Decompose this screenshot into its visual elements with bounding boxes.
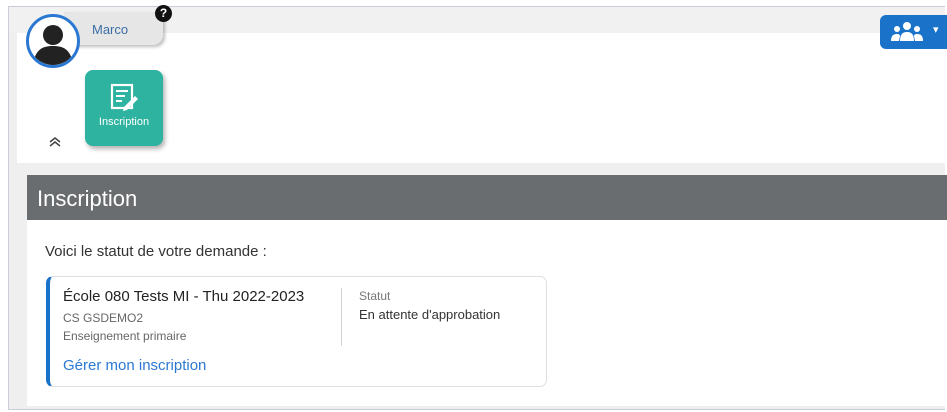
help-badge[interactable]: ? xyxy=(155,5,172,22)
double-chevron-up-icon[interactable] xyxy=(48,137,62,148)
edit-form-icon xyxy=(110,83,138,111)
school-level: Enseignement primaire xyxy=(63,329,187,343)
status-intro: Voici le statut de votre demande : xyxy=(45,243,267,260)
status-label: Statut xyxy=(359,289,391,303)
section-title: Inscription xyxy=(37,186,138,211)
people-icon xyxy=(891,22,923,41)
school-name: École 080 Tests MI - Thu 2022-2023 xyxy=(63,288,305,305)
user-name[interactable]: Marco xyxy=(92,22,128,37)
chevron-down-icon: ▾ xyxy=(933,24,939,36)
avatar[interactable] xyxy=(26,14,80,68)
user-silhouette-icon xyxy=(33,25,73,65)
school-code: CS GSDEMO2 xyxy=(63,311,144,325)
section-header: Inscription xyxy=(27,175,947,220)
manage-inscription-link[interactable]: Gérer mon inscription xyxy=(63,357,206,374)
tile-label: Inscription xyxy=(98,116,150,128)
divider xyxy=(341,288,342,346)
inscription-tile[interactable]: Inscription xyxy=(85,70,163,146)
people-menu-button[interactable]: ▾ xyxy=(880,15,947,49)
status-value: En attente d'approbation xyxy=(359,307,501,322)
